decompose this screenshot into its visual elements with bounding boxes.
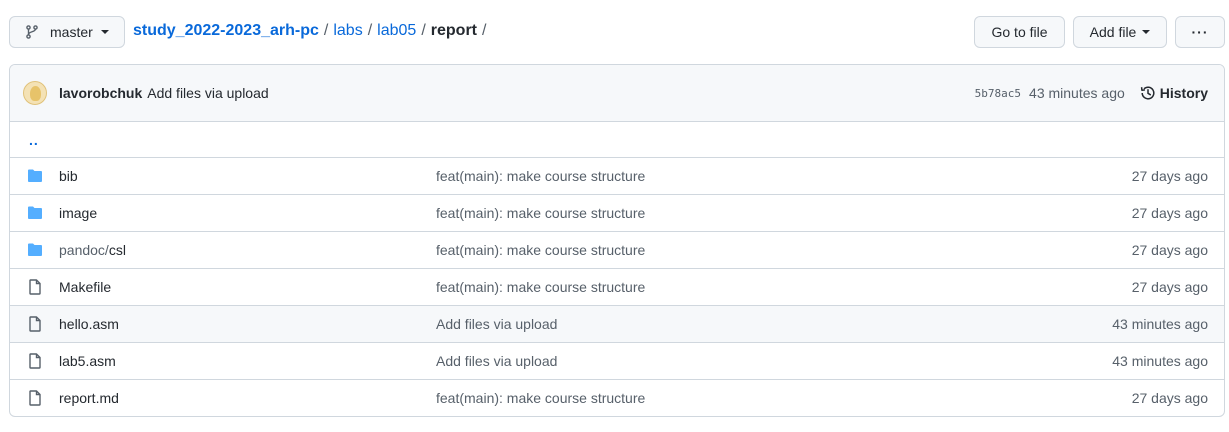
file-icon: [27, 353, 43, 369]
file-commit-message[interactable]: feat(main): make course structure: [436, 242, 645, 258]
file-age: 43 minutes ago: [1112, 353, 1208, 369]
file-age: 27 days ago: [1131, 168, 1208, 184]
breadcrumb-current: report: [430, 22, 477, 39]
breadcrumb-separator: /: [421, 22, 426, 39]
file-name-text: csl: [108, 242, 126, 258]
file-commit-message[interactable]: Add files via upload: [436, 316, 557, 332]
avatar[interactable]: [23, 81, 47, 105]
history-icon: [1140, 86, 1155, 100]
history-link[interactable]: History: [1140, 85, 1208, 101]
file-row: lab5.asm Add files via upload 43 minutes…: [10, 342, 1224, 379]
file-age: 27 days ago: [1131, 242, 1208, 258]
more-options-button[interactable]: ···: [1175, 16, 1225, 48]
breadcrumb-separator: /: [482, 22, 487, 39]
folder-icon: [27, 168, 43, 184]
git-branch-icon: [24, 24, 40, 40]
file-icon: [27, 279, 43, 295]
breadcrumb-lab05-link[interactable]: lab05: [377, 22, 416, 40]
file-name-link[interactable]: hello.asm: [59, 316, 119, 332]
file-row: pandoc/csl feat(main): make course struc…: [10, 231, 1224, 268]
commit-message[interactable]: Add files via upload: [147, 85, 268, 101]
breadcrumb-labs-link[interactable]: labs: [333, 22, 362, 40]
file-commit-message[interactable]: feat(main): make course structure: [436, 279, 645, 295]
chevron-down-icon: [100, 30, 109, 34]
file-row: bib feat(main): make course structure 27…: [10, 157, 1224, 194]
file-age: 43 minutes ago: [1112, 316, 1208, 332]
file-name-link[interactable]: pandoc/csl: [59, 242, 126, 258]
kebab-horizontal-icon: ···: [1191, 24, 1209, 40]
breadcrumb-separator: /: [367, 22, 373, 39]
folder-icon: [27, 242, 43, 258]
file-age: 27 days ago: [1131, 205, 1208, 221]
add-file-button[interactable]: Add file: [1073, 16, 1167, 48]
breadcrumb: study_2022-2023_arh-pc / labs / lab05 / …: [133, 22, 491, 40]
file-name-link[interactable]: lab5.asm: [59, 353, 116, 369]
go-to-file-label: Go to file: [991, 24, 1048, 40]
file-age: 27 days ago: [1131, 390, 1208, 406]
file-row: hello.asm Add files via upload 43 minute…: [10, 305, 1224, 342]
branch-name: master: [50, 24, 93, 40]
file-row: report.md feat(main): make course struct…: [10, 379, 1224, 416]
top-bar: master study_2022-2023_arh-pc / labs / l…: [0, 0, 1229, 64]
file-name-link[interactable]: Makefile: [59, 279, 111, 295]
add-file-label: Add file: [1089, 24, 1137, 40]
folder-icon: [27, 205, 43, 221]
chevron-down-icon: [1142, 30, 1151, 34]
file-commit-message[interactable]: feat(main): make course structure: [436, 168, 645, 184]
file-browser: lavorobchuk Add files via upload 5b78ac5…: [9, 64, 1225, 417]
file-name-link[interactable]: image: [59, 205, 97, 221]
file-icon: [27, 316, 43, 332]
branch-selector-button[interactable]: master: [9, 16, 125, 48]
file-commit-message[interactable]: feat(main): make course structure: [436, 390, 645, 406]
file-row: Makefile feat(main): make course structu…: [10, 268, 1224, 305]
breadcrumb-repo-link[interactable]: study_2022-2023_arh-pc: [133, 22, 319, 40]
commit-sha[interactable]: 5b78ac5: [975, 87, 1021, 100]
breadcrumb-separator: /: [323, 22, 329, 39]
commit-time: 43 minutes ago: [1029, 85, 1125, 101]
file-name-prefix: pandoc/: [59, 242, 109, 258]
commit-meta: 5b78ac5 43 minutes ago History: [975, 65, 1208, 121]
file-icon: [27, 390, 43, 406]
file-commit-message[interactable]: Add files via upload: [436, 353, 557, 369]
latest-commit-bar: lavorobchuk Add files via upload 5b78ac5…: [10, 65, 1224, 122]
file-name-link[interactable]: report.md: [59, 390, 119, 406]
history-label: History: [1159, 85, 1208, 101]
go-to-file-button[interactable]: Go to file: [974, 16, 1065, 48]
parent-directory-link[interactable]: ..: [29, 132, 39, 148]
parent-directory-row[interactable]: ..: [10, 122, 1224, 157]
commit-author[interactable]: lavorobchuk: [59, 85, 142, 101]
file-row: image feat(main): make course structure …: [10, 194, 1224, 231]
file-commit-message[interactable]: feat(main): make course structure: [436, 205, 645, 221]
file-name-link[interactable]: bib: [59, 168, 78, 184]
file-age: 27 days ago: [1131, 279, 1208, 295]
